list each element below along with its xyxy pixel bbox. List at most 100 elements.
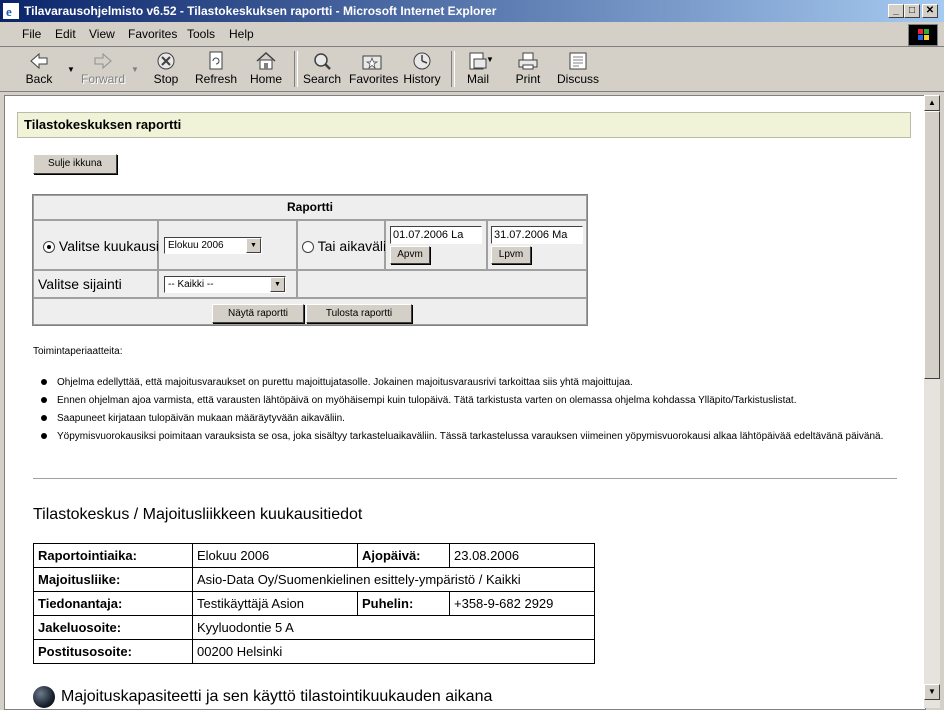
close-button[interactable]: ✕ [922,4,938,18]
period-label: Raportointiaika: [33,543,193,568]
table-row: Postitusosoite: 00200 Helsinki [33,639,595,664]
list-item: Yöpymisvuorokausiksi poimitaan varauksis… [41,430,903,443]
range-label: Tai aikaväli [317,238,387,254]
reporter-label: Tiedonantaja: [33,591,193,616]
ie-icon: e [3,3,19,19]
back-button[interactable]: Back [16,49,62,89]
forward-button: Forward [80,49,126,89]
info-table: Raportointiaika: Elokuu 2006 Ajopäivä: 2… [33,543,595,664]
location-select[interactable]: -- Kaikki -- ▼ [164,276,286,293]
scroll-up-button[interactable]: ▲ [924,95,940,111]
business-label: Majoitusliike: [33,567,193,592]
svg-text:e: e [6,4,12,19]
menu-favorites[interactable]: Favorites [128,27,177,41]
report-heading: Raportti [33,195,587,220]
favorites-button[interactable]: Favorites [349,49,398,89]
scroll-down-button[interactable]: ▼ [924,684,940,700]
print-report-button[interactable]: Tulosta raportti [306,304,412,323]
divider [33,478,897,479]
postal-label: Postitusosoite: [33,639,193,664]
end-date-cell: 31.07.2006 Ma Lpvm [487,220,587,270]
menu-view[interactable]: View [89,27,115,41]
menu-tools[interactable]: Tools [187,27,215,41]
favorites-folder-icon [362,55,382,70]
sphere-bullet-icon [33,686,55,708]
restore-button[interactable]: □ [904,4,920,18]
show-report-button[interactable]: Näytä raportti [212,304,304,323]
print-button[interactable]: Print [505,49,551,89]
end-date-button[interactable]: Lpvm [491,246,531,264]
chevron-down-icon: ▼ [246,238,261,253]
search-icon [314,53,331,70]
vertical-scrollbar[interactable]: ▲ ▼ [924,95,940,708]
search-button[interactable]: Search [299,49,345,89]
location-select-cell: -- Kaikki -- ▼ [158,270,297,298]
start-date-cell: 01.07.2006 La Apvm [385,220,487,270]
month-select-cell: Elokuu 2006 ▼ [158,220,297,270]
scroll-thumb[interactable] [924,111,940,379]
list-item: Saapuneet kirjataan tulopäivän mukaan mä… [41,412,903,425]
back-dropdown-icon[interactable]: ▼ [67,65,75,74]
principles-heading: Toimintaperiaatteita: [33,346,123,357]
business-value: Asio-Data Oy/Suomenkielinen esittely-ymp… [192,567,595,592]
phone-label: Puhelin: [357,591,450,616]
menu-help[interactable]: Help [229,27,254,41]
range-option-cell: Tai aikaväli [297,220,387,270]
minimize-button[interactable]: _ [888,4,904,18]
toolbar: Back ▼ Forward ▼ Stop Refresh Home Searc… [0,47,944,92]
actions-cell: Näytä raportti Tulosta raportti [33,298,587,325]
back-arrow-icon [30,52,48,70]
month-label: Valitse kuukausi [58,238,160,254]
empty-cell [297,270,587,298]
home-button[interactable]: Home [243,49,289,89]
refresh-button[interactable]: Refresh [193,49,239,89]
phone-value: +358-9-682 2929 [449,591,595,616]
month-select[interactable]: Elokuu 2006 ▼ [164,237,262,254]
history-button[interactable]: History [399,49,445,89]
end-date-input[interactable]: 31.07.2006 Ma [491,226,583,244]
home-icon [256,51,276,70]
table-row: Majoitusliike: Asio-Data Oy/Suomenkielin… [33,567,595,592]
discuss-button[interactable]: Discuss [555,49,601,89]
start-date-button[interactable]: Apvm [390,246,430,264]
start-date-input[interactable]: 01.07.2006 La [390,226,482,244]
reporter-value: Testikäyttäjä Asion [192,591,358,616]
toolbar-separator [294,51,298,87]
menu-bar: File Edit View Favorites Tools Help [0,22,944,47]
next-section-title: Majoituskapasiteetti ja sen käyttö tilas… [33,686,492,708]
period-value: Elokuu 2006 [192,543,358,568]
month-option-cell: Valitse kuukausi [33,220,160,270]
run-date-label: Ajopäivä: [357,543,450,568]
menu-edit[interactable]: Edit [55,27,76,41]
windows-logo-icon [908,24,938,46]
table-row: Jakeluosoite: Kyyluodontie 5 A [33,615,595,640]
principles-list: Ohjelma edellyttää, että majoitusvarauks… [41,376,903,448]
delivery-value: Kyyluodontie 5 A [192,615,595,640]
forward-arrow-icon [94,52,112,70]
discuss-icon [569,52,587,70]
section-title: Tilastokeskus / Majoitusliikkeen kuukaus… [33,506,363,523]
month-radio[interactable] [43,241,55,254]
page-title: Tilastokeskuksen raportti [17,112,911,138]
menu-file[interactable]: File [22,27,41,41]
mail-dropdown-icon[interactable]: ▼ [486,55,494,64]
title-bar: e Tilavarausohjelmisto v6.52 - Tilastoke… [0,0,944,22]
close-window-button[interactable]: Sulje ikkuna [33,154,117,174]
history-icon [413,52,431,70]
stop-button[interactable]: Stop [143,49,189,89]
refresh-icon [209,51,223,70]
list-item: Ennen ohjelman ajoa varmista, että varau… [41,394,903,407]
mail-button[interactable]: Mail [455,49,501,89]
range-radio[interactable] [302,241,314,254]
page-viewport: Tilastokeskuksen raportti Sulje ikkuna R… [4,95,926,710]
postal-value: 00200 Helsinki [192,639,595,664]
forward-dropdown-icon: ▼ [131,65,139,74]
delivery-label: Jakeluosoite: [33,615,193,640]
stop-icon [157,52,175,70]
report-form: Raportti Valitse kuukausi Elokuu 2006 ▼ … [32,194,588,326]
run-date-value: 23.08.2006 [449,543,595,568]
printer-icon [518,52,538,70]
location-label: Valitse sijainti [38,276,122,292]
list-item: Ohjelma edellyttää, että majoitusvarauks… [41,376,903,389]
window-title: Tilavarausohjelmisto v6.52 - Tilastokesk… [24,4,497,18]
